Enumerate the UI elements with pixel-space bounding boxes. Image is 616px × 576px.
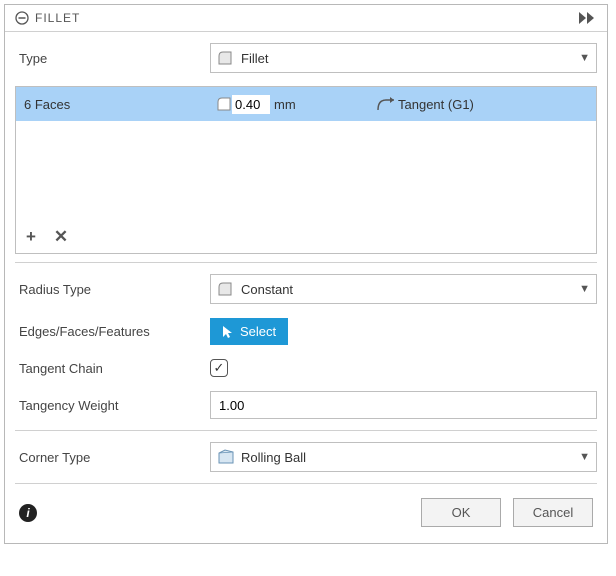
row-tangent-chain: Tangent Chain ✓ <box>15 352 597 384</box>
dropdown-radius-type-value: Constant <box>241 282 293 297</box>
dropdown-corner-type[interactable]: Rolling Ball ▼ <box>210 442 597 472</box>
fast-forward-icon[interactable] <box>579 12 597 24</box>
label-edges: Edges/Faces/Features <box>15 324 210 339</box>
label-tangent-chain: Tangent Chain <box>15 361 210 376</box>
selection-listbox: 6 Faces mm Tangent (G1) + <box>15 86 597 254</box>
continuity-value: Tangent (G1) <box>398 97 474 112</box>
separator <box>15 483 597 484</box>
checkbox-tangent-chain[interactable]: ✓ <box>210 359 228 377</box>
dropdown-type-value: Fillet <box>241 51 268 66</box>
row-type: Type Fillet ▼ <box>15 36 597 80</box>
cancel-button[interactable]: Cancel <box>513 498 593 527</box>
separator <box>15 430 597 431</box>
label-corner-type: Corner Type <box>15 450 210 465</box>
radius-icon <box>216 96 232 112</box>
add-icon[interactable]: + <box>22 227 40 247</box>
listbox-empty-area[interactable] <box>16 121 596 221</box>
separator <box>15 262 597 263</box>
radius-input[interactable] <box>232 95 270 114</box>
label-type: Type <box>15 51 210 66</box>
label-tangency-weight: Tangency Weight <box>15 398 210 413</box>
chevron-down-icon: ▼ <box>579 283 590 295</box>
chevron-down-icon: ▼ <box>579 52 590 64</box>
selection-row[interactable]: 6 Faces mm Tangent (G1) <box>16 87 596 121</box>
fillet-icon <box>217 50 235 66</box>
dialog-title: FILLET <box>35 11 579 25</box>
button-row: i OK Cancel <box>15 488 597 533</box>
chevron-down-icon: ▼ <box>579 451 590 463</box>
dialog-body: Type Fillet ▼ 6 Faces <box>5 32 607 543</box>
constant-icon <box>217 281 235 297</box>
info-icon[interactable]: i <box>19 504 37 522</box>
dropdown-radius-type[interactable]: Constant ▼ <box>210 274 597 304</box>
tangent-icon <box>376 96 398 112</box>
delete-icon[interactable]: ✕ <box>52 227 70 247</box>
dropdown-corner-type-value: Rolling Ball <box>241 450 306 465</box>
cursor-icon <box>222 325 234 339</box>
input-tangency-weight[interactable] <box>210 391 597 419</box>
rolling-ball-icon <box>217 449 235 465</box>
row-radius-type: Radius Type Constant ▼ <box>15 267 597 311</box>
fillet-dialog: FILLET Type Fillet ▼ 6 Faces <box>4 4 608 544</box>
dropdown-type[interactable]: Fillet ▼ <box>210 43 597 73</box>
ok-button[interactable]: OK <box>421 498 501 527</box>
select-button-label: Select <box>240 324 276 339</box>
row-corner-type: Corner Type Rolling Ball ▼ <box>15 435 597 479</box>
radius-unit: mm <box>274 97 296 112</box>
titlebar: FILLET <box>5 5 607 32</box>
selection-faces: 6 Faces <box>16 97 216 112</box>
select-button[interactable]: Select <box>210 318 288 345</box>
label-radius-type: Radius Type <box>15 282 210 297</box>
listbox-footer: + ✕ <box>16 221 596 253</box>
row-edges: Edges/Faces/Features Select <box>15 311 597 352</box>
row-tangency-weight: Tangency Weight <box>15 384 597 426</box>
collapse-icon[interactable] <box>15 11 29 25</box>
